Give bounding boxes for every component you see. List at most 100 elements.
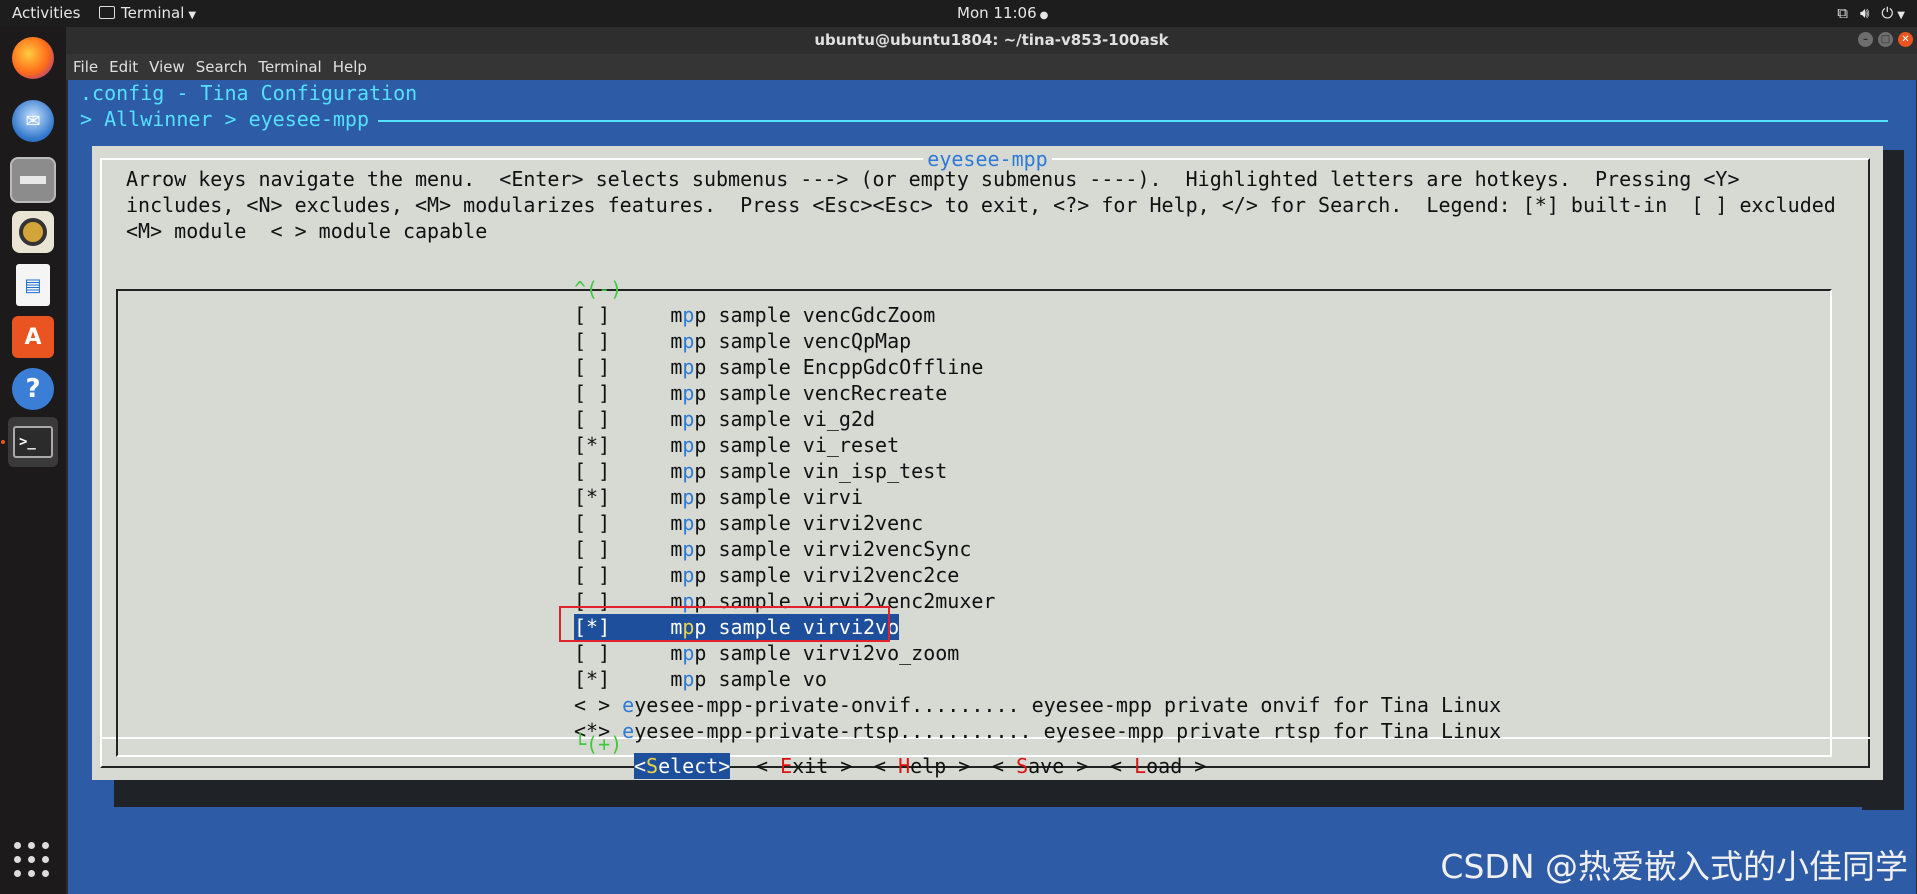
menu-edit[interactable]: Edit xyxy=(109,54,138,80)
menu-item[interactable]: [ ] mpp sample vi_g2d xyxy=(574,406,875,432)
item-mark[interactable]: [*] xyxy=(574,667,610,691)
terminal-small-icon xyxy=(99,6,115,19)
item-hotkey: p xyxy=(682,563,695,587)
watermark: CSDN @热爱嵌入式的小佳同学 xyxy=(1440,847,1908,886)
files-icon xyxy=(10,157,56,203)
item-label: p sample virvi2vo_zoom xyxy=(694,641,960,665)
menu-item[interactable]: <*> eyesee-mpp-private-rtsp........... e… xyxy=(574,718,1501,744)
activities-button[interactable]: Activities xyxy=(12,0,80,27)
scroll-up-indicator: ^(-) xyxy=(574,277,623,301)
item-hotkey: p xyxy=(682,433,695,457)
menu-item[interactable]: [ ] mpp sample EncppGdcOffline xyxy=(574,354,983,380)
item-prefix: m xyxy=(610,433,683,457)
item-mark[interactable]: [ ] xyxy=(574,355,610,379)
menu-search[interactable]: Search xyxy=(196,54,248,80)
item-prefix: m xyxy=(610,355,683,379)
menu-item[interactable]: [ ] mpp sample virvi2venc2ce xyxy=(574,562,959,588)
menu-item[interactable]: [ ] mpp sample vencQpMap xyxy=(574,328,911,354)
system-tray[interactable]: ⧉ 🔊︎ ⏻ ▼ xyxy=(1825,0,1905,27)
close-icon[interactable]: ✕ xyxy=(1898,32,1913,47)
chevron-down-icon: ▼ xyxy=(188,10,197,21)
menu-item[interactable]: [*] mpp sample vo xyxy=(574,666,827,692)
dialog-button-3[interactable]: < Save > xyxy=(992,753,1088,779)
annotation-highlight-box xyxy=(559,606,890,642)
rhythmbox-launcher[interactable] xyxy=(8,207,58,257)
item-label: p sample vencGdcZoom xyxy=(694,303,936,327)
network-icon[interactable]: ⧉ xyxy=(1837,4,1848,22)
app-menu-terminal[interactable]: Terminal ▼ xyxy=(99,0,196,27)
item-prefix: m xyxy=(610,537,683,561)
menu-item[interactable]: [*] mpp sample virvi xyxy=(574,484,863,510)
item-label: p sample vi_g2d xyxy=(694,407,876,431)
maximize-icon[interactable]: □ xyxy=(1878,32,1893,47)
item-prefix: m xyxy=(610,563,683,587)
power-icon[interactable]: ⏻ xyxy=(1881,4,1893,22)
menu-item[interactable]: [ ] mpp sample vin_isp_test xyxy=(574,458,947,484)
terminal-menubar: File Edit View Search Terminal Help xyxy=(66,54,1917,80)
item-mark[interactable]: [ ] xyxy=(574,381,610,405)
dialog-button-0[interactable]: <Select> xyxy=(634,753,731,779)
item-hotkey: p xyxy=(682,511,695,535)
item-mark[interactable]: [ ] xyxy=(574,641,610,665)
show-applications-icon[interactable] xyxy=(14,842,50,878)
menu-help[interactable]: Help xyxy=(333,54,367,80)
item-label: p sample vo xyxy=(694,667,827,691)
item-hotkey: p xyxy=(682,485,695,509)
button-label: oad > xyxy=(1146,754,1207,778)
terminal-window: ubuntu@ubuntu1804: ~/tina-v853-100ask – … xyxy=(66,27,1917,894)
menu-terminal[interactable]: Terminal xyxy=(258,54,321,80)
item-label: p sample EncppGdcOffline xyxy=(694,355,984,379)
button-prefix: < xyxy=(874,754,899,778)
breadcrumb-rule xyxy=(378,120,1888,122)
firefox-icon xyxy=(12,37,54,79)
item-mark[interactable]: [ ] xyxy=(574,537,610,561)
item-mark[interactable]: [ ] xyxy=(574,459,610,483)
terminal-screen[interactable]: .config - Tina Configuration > Allwinner… xyxy=(68,80,1916,894)
item-label: yesee-mpp-private-onvif......... eyesee-… xyxy=(634,693,1502,717)
button-label: elp > xyxy=(910,754,971,778)
menu-item[interactable]: [ ] mpp sample virvi2vencSync xyxy=(574,536,971,562)
button-label: elect> xyxy=(658,754,731,778)
terminal-launcher[interactable]: >_ xyxy=(8,417,58,467)
menu-item[interactable]: [ ] mpp sample virvi2vo_zoom xyxy=(574,640,959,666)
minimize-icon[interactable]: – xyxy=(1858,32,1873,47)
button-prefix: < xyxy=(992,754,1017,778)
notification-dot-icon: ● xyxy=(1039,10,1049,21)
software-launcher[interactable]: A xyxy=(8,312,58,362)
dialog-button-4[interactable]: < Load > xyxy=(1110,753,1206,779)
files-launcher[interactable] xyxy=(8,155,58,205)
menu-item[interactable]: [ ] mpp sample virvi2venc xyxy=(574,510,923,536)
writer-launcher[interactable]: ▤ xyxy=(8,260,58,310)
item-prefix: m xyxy=(610,641,683,665)
firefox-launcher[interactable] xyxy=(8,33,58,83)
item-mark[interactable]: < > xyxy=(574,693,610,717)
item-label: p sample virvi2venc xyxy=(694,511,924,535)
item-prefix: m xyxy=(610,303,683,327)
item-mark[interactable]: [ ] xyxy=(574,329,610,353)
item-hotkey: p xyxy=(682,381,695,405)
chevron-down-icon[interactable]: ▼ xyxy=(1897,10,1905,21)
item-mark[interactable]: [ ] xyxy=(574,511,610,535)
clock-label: Mon 11:06 xyxy=(957,4,1037,22)
menu-item[interactable]: [ ] mpp sample vencRecreate xyxy=(574,380,947,406)
dialog-button-2[interactable]: < Help > xyxy=(874,753,970,779)
item-mark[interactable]: [*] xyxy=(574,433,610,457)
thunderbird-launcher[interactable]: ✉ xyxy=(8,96,58,146)
menu-item[interactable]: < > eyesee-mpp-private-onvif......... ey… xyxy=(574,692,1501,718)
item-mark[interactable]: [ ] xyxy=(574,407,610,431)
menu-item[interactable]: [ ] mpp sample vencGdcZoom xyxy=(574,302,935,328)
item-mark[interactable]: [ ] xyxy=(574,563,610,587)
menu-item[interactable]: [*] mpp sample vi_reset xyxy=(574,432,899,458)
item-mark[interactable]: [ ] xyxy=(574,303,610,327)
item-mark[interactable]: [*] xyxy=(574,485,610,509)
button-hotkey: L xyxy=(1134,754,1147,778)
window-titlebar[interactable]: ubuntu@ubuntu1804: ~/tina-v853-100ask – … xyxy=(66,27,1917,54)
item-label: p sample virvi xyxy=(694,485,863,509)
terminal-icon: >_ xyxy=(13,426,53,458)
volume-icon[interactable]: 🔊︎ xyxy=(1860,4,1869,22)
clock[interactable]: Mon 11:06 ● xyxy=(957,0,1048,27)
dialog-button-1[interactable]: < Exit > xyxy=(756,753,852,779)
menu-view[interactable]: View xyxy=(149,54,185,80)
menu-file[interactable]: File xyxy=(73,54,98,80)
help-launcher[interactable]: ? xyxy=(8,364,58,414)
